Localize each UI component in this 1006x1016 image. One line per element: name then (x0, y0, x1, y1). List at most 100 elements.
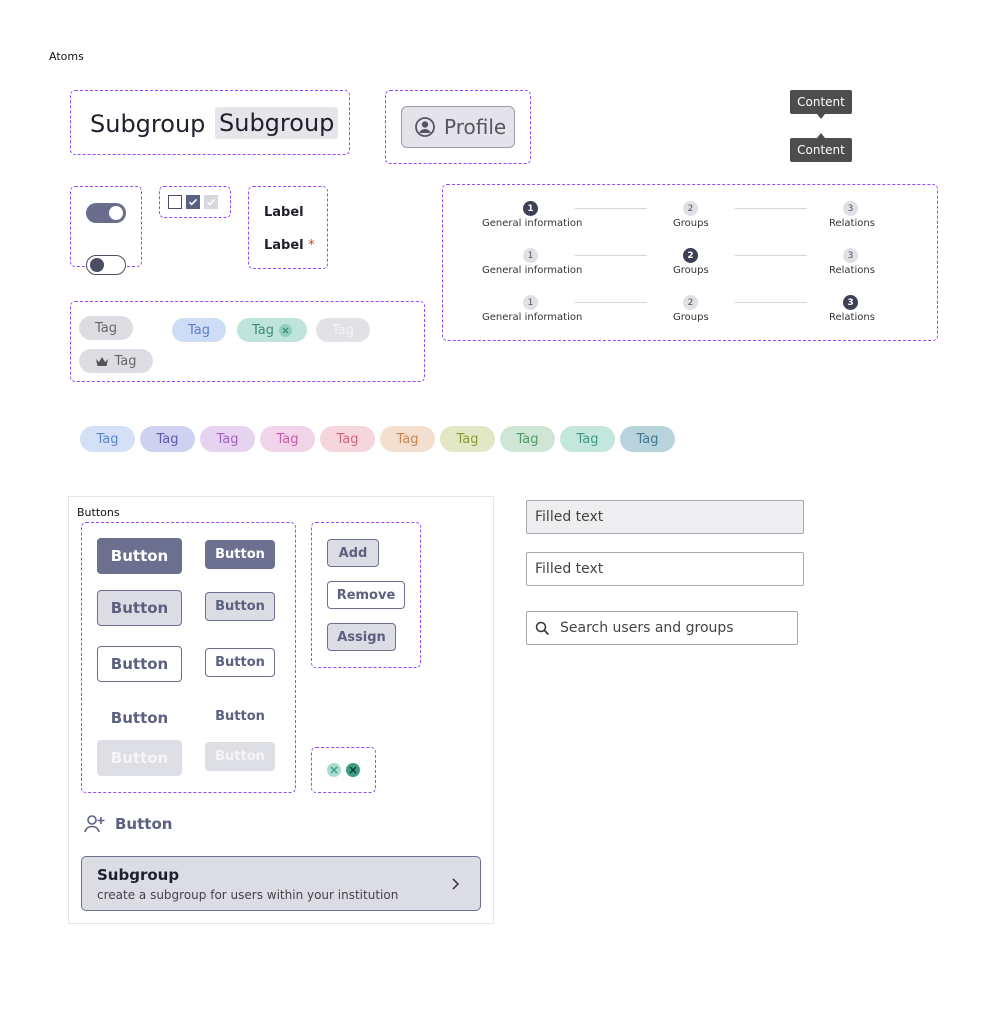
search-input[interactable]: Search users and groups (526, 611, 798, 645)
tag-palette-pink[interactable]: Tag (260, 426, 315, 452)
text-button-small[interactable]: Button (205, 702, 275, 731)
step-label: General information (482, 218, 583, 229)
toggle-off[interactable] (86, 255, 126, 275)
tag-default[interactable]: Tag (79, 316, 133, 340)
step-label: Groups (673, 312, 709, 323)
step-connector (735, 255, 807, 256)
subgroup-text-highlighted[interactable]: Subgroup (215, 107, 339, 139)
tag-label: Tag (251, 322, 274, 338)
checkbox-unchecked[interactable] (168, 195, 182, 209)
step-connector (735, 302, 807, 303)
checkbox-disabled (204, 195, 218, 209)
remove-button[interactable]: Remove (327, 581, 405, 609)
step-connector (575, 302, 647, 303)
assign-button[interactable]: Assign (327, 623, 396, 651)
tag-palette-orange[interactable]: Tag (380, 426, 435, 452)
tag-palette-olive[interactable]: Tag (440, 426, 495, 452)
tooltip-text: Content (797, 143, 845, 157)
disabled-button-small: Button (205, 742, 275, 771)
label: Label (264, 205, 304, 220)
tooltip-bottom-arrow: Content (790, 90, 852, 119)
outline-button-small[interactable]: Button (205, 648, 275, 677)
tag-palette-violet[interactable]: Tag (200, 426, 255, 452)
outline-button-large[interactable]: Button (97, 646, 182, 682)
step-label: Relations (829, 265, 875, 276)
secondary-button-small[interactable]: Button (205, 592, 275, 621)
toggle-on[interactable] (86, 203, 126, 223)
step-connector (735, 208, 807, 209)
user-plus-icon (84, 815, 105, 833)
crown-icon (96, 356, 109, 366)
step-number: 3 (843, 248, 858, 263)
user-circle-icon (415, 117, 435, 137)
buttons-section-title: Buttons (77, 506, 120, 519)
disabled-button-large: Button (97, 740, 182, 776)
check-icon (206, 198, 216, 206)
step-number: 1 (523, 201, 538, 216)
step-label: General information (482, 312, 583, 323)
chevron-right-icon (452, 878, 460, 890)
close-circle-icon[interactable] (326, 762, 342, 778)
tooltip-text: Content (797, 95, 845, 109)
tag-disabled: Tag (316, 318, 370, 342)
step-label: General information (482, 265, 583, 276)
check-icon (188, 198, 198, 206)
stepper-row-3: 1 General information 2 Groups 3 Relatio… (443, 295, 937, 329)
subgroup-frame: Subgroup Subgroup (70, 90, 350, 155)
tag-palette-rose[interactable]: Tag (320, 426, 375, 452)
checkbox-checked[interactable] (186, 195, 200, 209)
tag-blue[interactable]: Tag (172, 318, 226, 342)
add-button[interactable]: Add (327, 539, 379, 567)
tag-palette-blue[interactable]: Tag (80, 426, 135, 452)
tag-palette-teal[interactable]: Tag (560, 426, 615, 452)
step-number: 3 (843, 201, 858, 216)
tag-palette-green[interactable]: Tag (500, 426, 555, 452)
subgroup-card-button[interactable]: Subgroup create a subgroup for users wit… (81, 856, 481, 911)
primary-button-large[interactable]: Button (97, 538, 182, 574)
label-frame: Label Label * (248, 186, 328, 269)
stepper-row-2: 1 General information 2 Groups 3 Relatio… (443, 248, 937, 282)
tag-label: Tag (114, 353, 137, 369)
subgroup-card-title: Subgroup (97, 866, 180, 884)
tag-palette-steel[interactable]: Tag (620, 426, 675, 452)
subgroup-text: Subgroup (90, 110, 206, 138)
step-label: Relations (829, 218, 875, 229)
step-connector (575, 255, 647, 256)
filled-text-input-outline[interactable]: Filled text (526, 552, 804, 586)
primary-button-small[interactable]: Button (205, 540, 275, 569)
step-number: 2 (683, 295, 698, 310)
tag-palette-indigo[interactable]: Tag (140, 426, 195, 452)
step-label: Groups (673, 218, 709, 229)
profile-button[interactable]: Profile (401, 106, 515, 148)
required-mark: * (308, 238, 315, 253)
close-circle-icon[interactable] (279, 323, 292, 337)
step-number: 1 (523, 248, 538, 263)
stepper-frame: 1 General information 2 Groups 3 Relatio… (442, 184, 938, 341)
add-user-button[interactable]: Button (84, 814, 172, 834)
stepper-row-1: 1 General information 2 Groups 3 Relatio… (443, 201, 937, 235)
step-connector (575, 208, 647, 209)
page-title: Atoms (49, 50, 84, 63)
profile-label: Profile (444, 115, 507, 139)
toggle-frame (70, 186, 142, 275)
filled-text-input[interactable]: Filled text (526, 500, 804, 534)
tooltip-top-arrow: Content (790, 133, 852, 162)
step-label: Relations (829, 312, 875, 323)
step-label: Groups (673, 265, 709, 276)
close-circle-filled-icon[interactable] (345, 762, 361, 778)
step-number: 3 (843, 295, 858, 310)
tag-crown[interactable]: Tag (79, 349, 153, 373)
step-number: 2 (683, 201, 698, 216)
text-button-large[interactable]: Button (97, 700, 182, 736)
add-user-label: Button (115, 815, 173, 833)
tag-removable[interactable]: Tag (237, 318, 307, 342)
secondary-button-large[interactable]: Button (97, 590, 182, 626)
search-icon (535, 621, 550, 635)
step-number: 2 (683, 248, 698, 263)
close-buttons-frame (311, 747, 376, 793)
subgroup-card-description: create a subgroup for users within your … (97, 888, 399, 902)
label-required: Label * (264, 238, 315, 253)
step-number: 1 (523, 295, 538, 310)
search-placeholder: Search users and groups (560, 620, 734, 636)
checkbox-frame (159, 186, 231, 218)
